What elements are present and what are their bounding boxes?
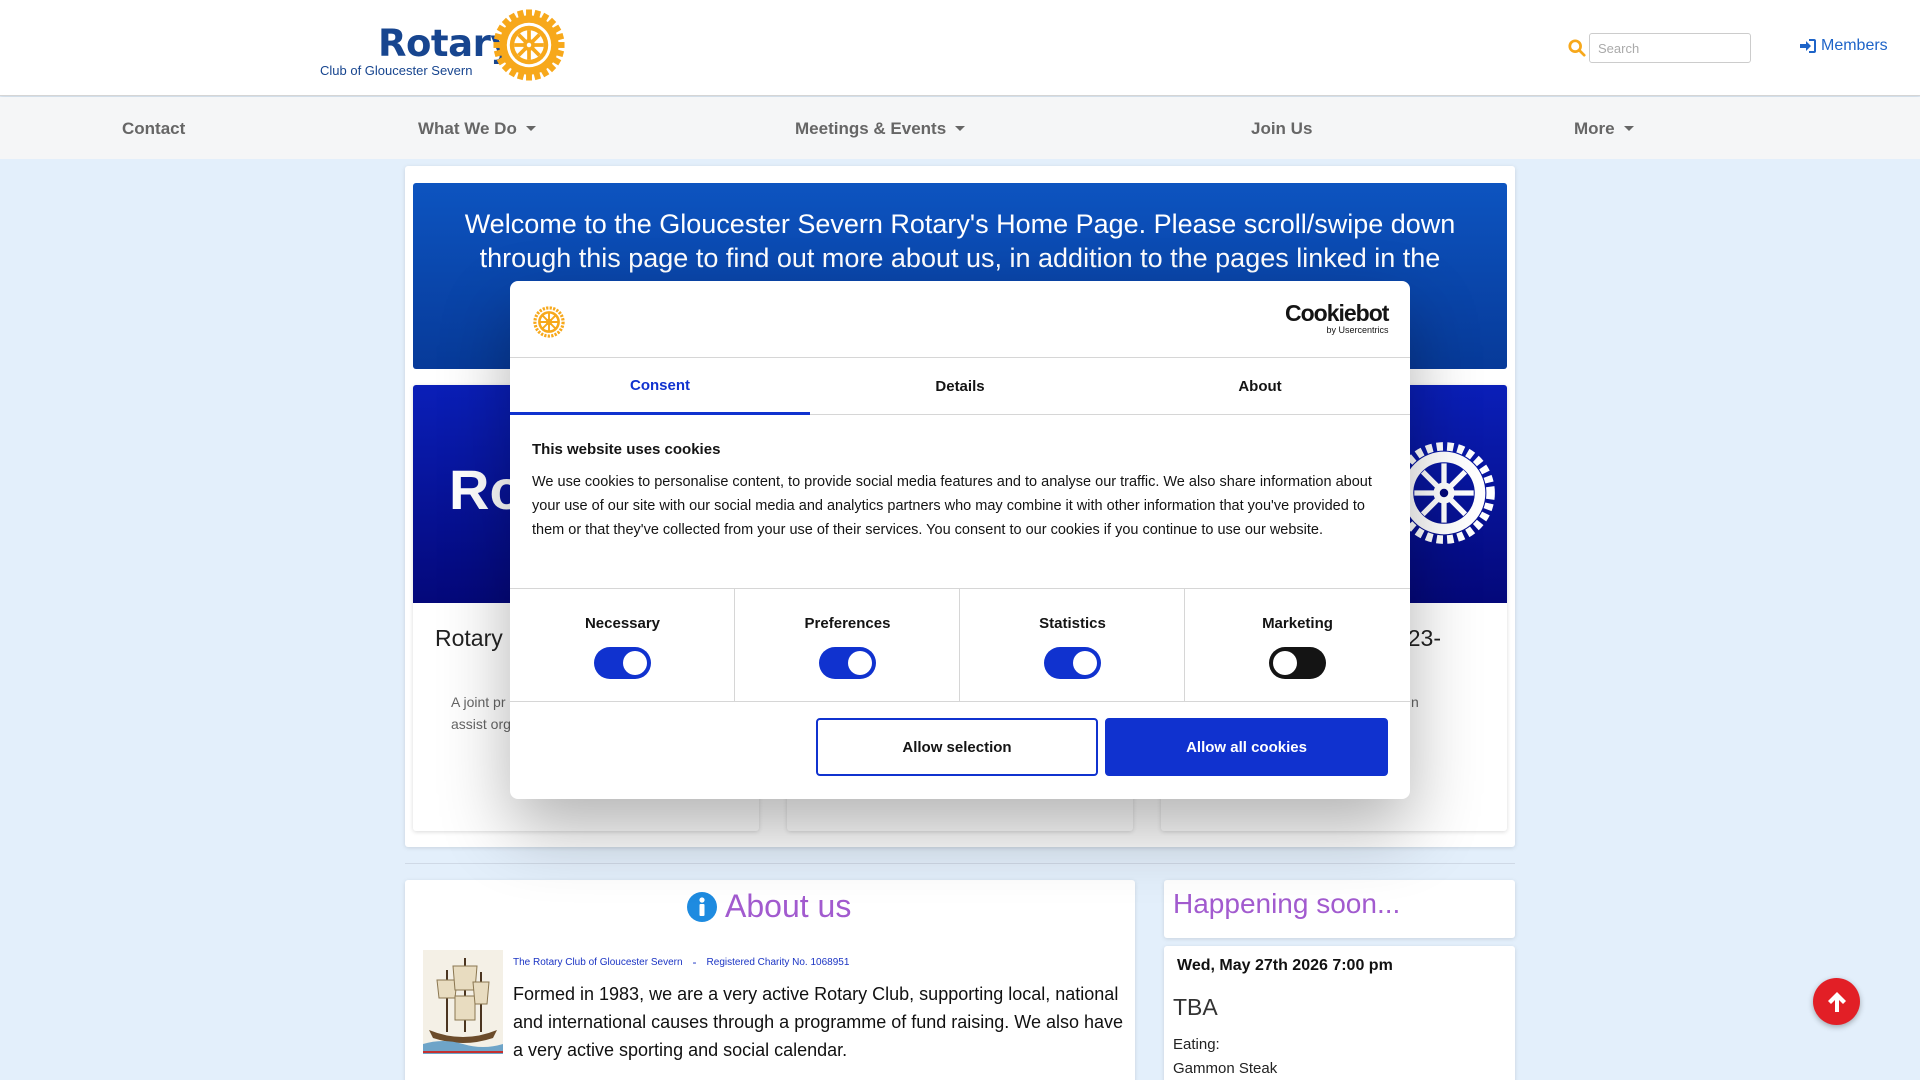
rotary-wheel-icon — [493, 9, 565, 81]
nav-item-meetings-events[interactable]: Meetings & Events — [795, 119, 966, 139]
nav-item-more[interactable]: More — [1574, 119, 1634, 139]
happening-soon-header: Happening soon... — [1164, 880, 1515, 938]
cookie-consent-dialog: Cookiebot by Usercentrics Consent Detail… — [510, 281, 1410, 799]
tile-desc-line: A joint pr — [451, 694, 506, 710]
rotary-wheel-icon — [533, 306, 565, 338]
category-statistics: Statistics — [960, 589, 1185, 702]
category-marketing: Marketing — [1185, 589, 1410, 702]
club-info-line: The Rotary Club of Gloucester Severn - R… — [513, 955, 849, 969]
cookie-categories: Necessary Preferences Statistics Marketi… — [510, 588, 1410, 702]
category-preferences: Preferences — [735, 589, 960, 702]
rotary-logo[interactable]: Rotary Club of Gloucester Severn — [320, 8, 570, 81]
tile-description: A joint pr assist org — [451, 691, 511, 735]
nav-item-label: What We Do — [418, 119, 517, 138]
nav-item-join-us[interactable]: Join Us — [1251, 119, 1312, 139]
preferences-toggle[interactable] — [819, 647, 876, 679]
search-icon[interactable] — [1568, 39, 1586, 57]
toggle-knob — [1273, 651, 1297, 675]
event-card[interactable]: Wed, May 27th 2026 7:00 pm TBA Eating: G… — [1164, 946, 1515, 1080]
tab-details[interactable]: Details — [810, 358, 1110, 415]
about-text: Formed in 1983, we are a very active Rot… — [513, 984, 1124, 1060]
marketing-toggle[interactable] — [1269, 647, 1326, 679]
tab-about[interactable]: About — [1110, 358, 1410, 415]
toggle-knob — [1073, 651, 1097, 675]
statistics-toggle[interactable] — [1044, 647, 1101, 679]
logo-subtitle: Club of Gloucester Severn — [320, 63, 473, 78]
cookie-tabs: Consent Details About — [510, 357, 1410, 415]
cookiebot-logo[interactable]: Cookiebot by Usercentrics — [1285, 300, 1389, 335]
category-label: Necessary — [584, 615, 661, 632]
caret-down-icon — [525, 126, 536, 131]
necessary-toggle[interactable] — [594, 647, 651, 679]
members-link[interactable]: Members — [1800, 37, 1888, 55]
caret-down-icon — [1623, 126, 1634, 131]
tile-desc-line: n — [1411, 694, 1419, 710]
tab-consent[interactable]: Consent — [510, 358, 810, 415]
nav-item-what-we-do[interactable]: What We Do — [418, 119, 536, 139]
event-title: TBA — [1173, 994, 1218, 1020]
toggle-knob — [848, 651, 872, 675]
ship-image — [423, 950, 503, 1054]
caret-down-icon — [955, 126, 966, 131]
members-label: Members — [1821, 37, 1888, 54]
cookiebot-brand: Cookiebot — [1285, 300, 1389, 326]
category-label: Statistics — [1039, 615, 1106, 632]
event-eating-value: Gammon Steak — [1173, 1060, 1278, 1077]
section-divider — [405, 863, 1515, 864]
cookiebot-brand-sub: by Usercentrics — [1326, 325, 1389, 335]
category-necessary: Necessary — [510, 589, 735, 702]
arrow-up-icon — [1827, 991, 1846, 1012]
happening-soon-title: Happening soon... — [1173, 888, 1401, 919]
allow-all-cookies-button[interactable]: Allow all cookies — [1105, 718, 1388, 776]
nav-item-label: Meetings & Events — [795, 119, 947, 138]
about-card: About us The Rotary Club of Gloucester S… — [405, 880, 1135, 1080]
sign-in-icon — [1800, 39, 1816, 53]
nav-item-label: Join Us — [1251, 119, 1313, 138]
charity-number: Registered Charity No. 1068951 — [706, 956, 850, 968]
toggle-knob — [623, 651, 647, 675]
nav-item-contact[interactable]: Contact — [122, 119, 185, 139]
event-eating-label: Eating: — [1173, 1036, 1220, 1053]
category-label: Marketing — [1262, 615, 1333, 632]
info-circle-icon — [687, 891, 717, 922]
cookie-title: This website uses cookies — [532, 441, 721, 458]
nav-item-label: Contact — [122, 119, 186, 138]
main-nav: Contact What We Do Meetings & Events Joi… — [0, 97, 1920, 159]
separator: - — [692, 955, 697, 969]
about-title: About us — [725, 888, 852, 924]
event-date: Wed, May 27th 2026 7:00 pm — [1177, 957, 1393, 974]
tile-title: Rotary — [435, 625, 503, 651]
club-name: The Rotary Club of Gloucester Severn — [513, 956, 683, 968]
category-label: Preferences — [804, 615, 891, 632]
cookie-description: We use cookies to personalise content, t… — [532, 474, 1372, 538]
search-input[interactable] — [1589, 33, 1751, 63]
tile-desc-line: assist org — [451, 716, 511, 732]
allow-selection-button[interactable]: Allow selection — [816, 718, 1098, 776]
tile-description: n — [1411, 691, 1419, 713]
nav-item-label: More — [1574, 119, 1615, 138]
site-header: Rotary Club of Gloucester Severn Search … — [0, 0, 1920, 96]
about-heading: About us — [687, 888, 851, 925]
scroll-to-top-button[interactable] — [1813, 978, 1860, 1025]
